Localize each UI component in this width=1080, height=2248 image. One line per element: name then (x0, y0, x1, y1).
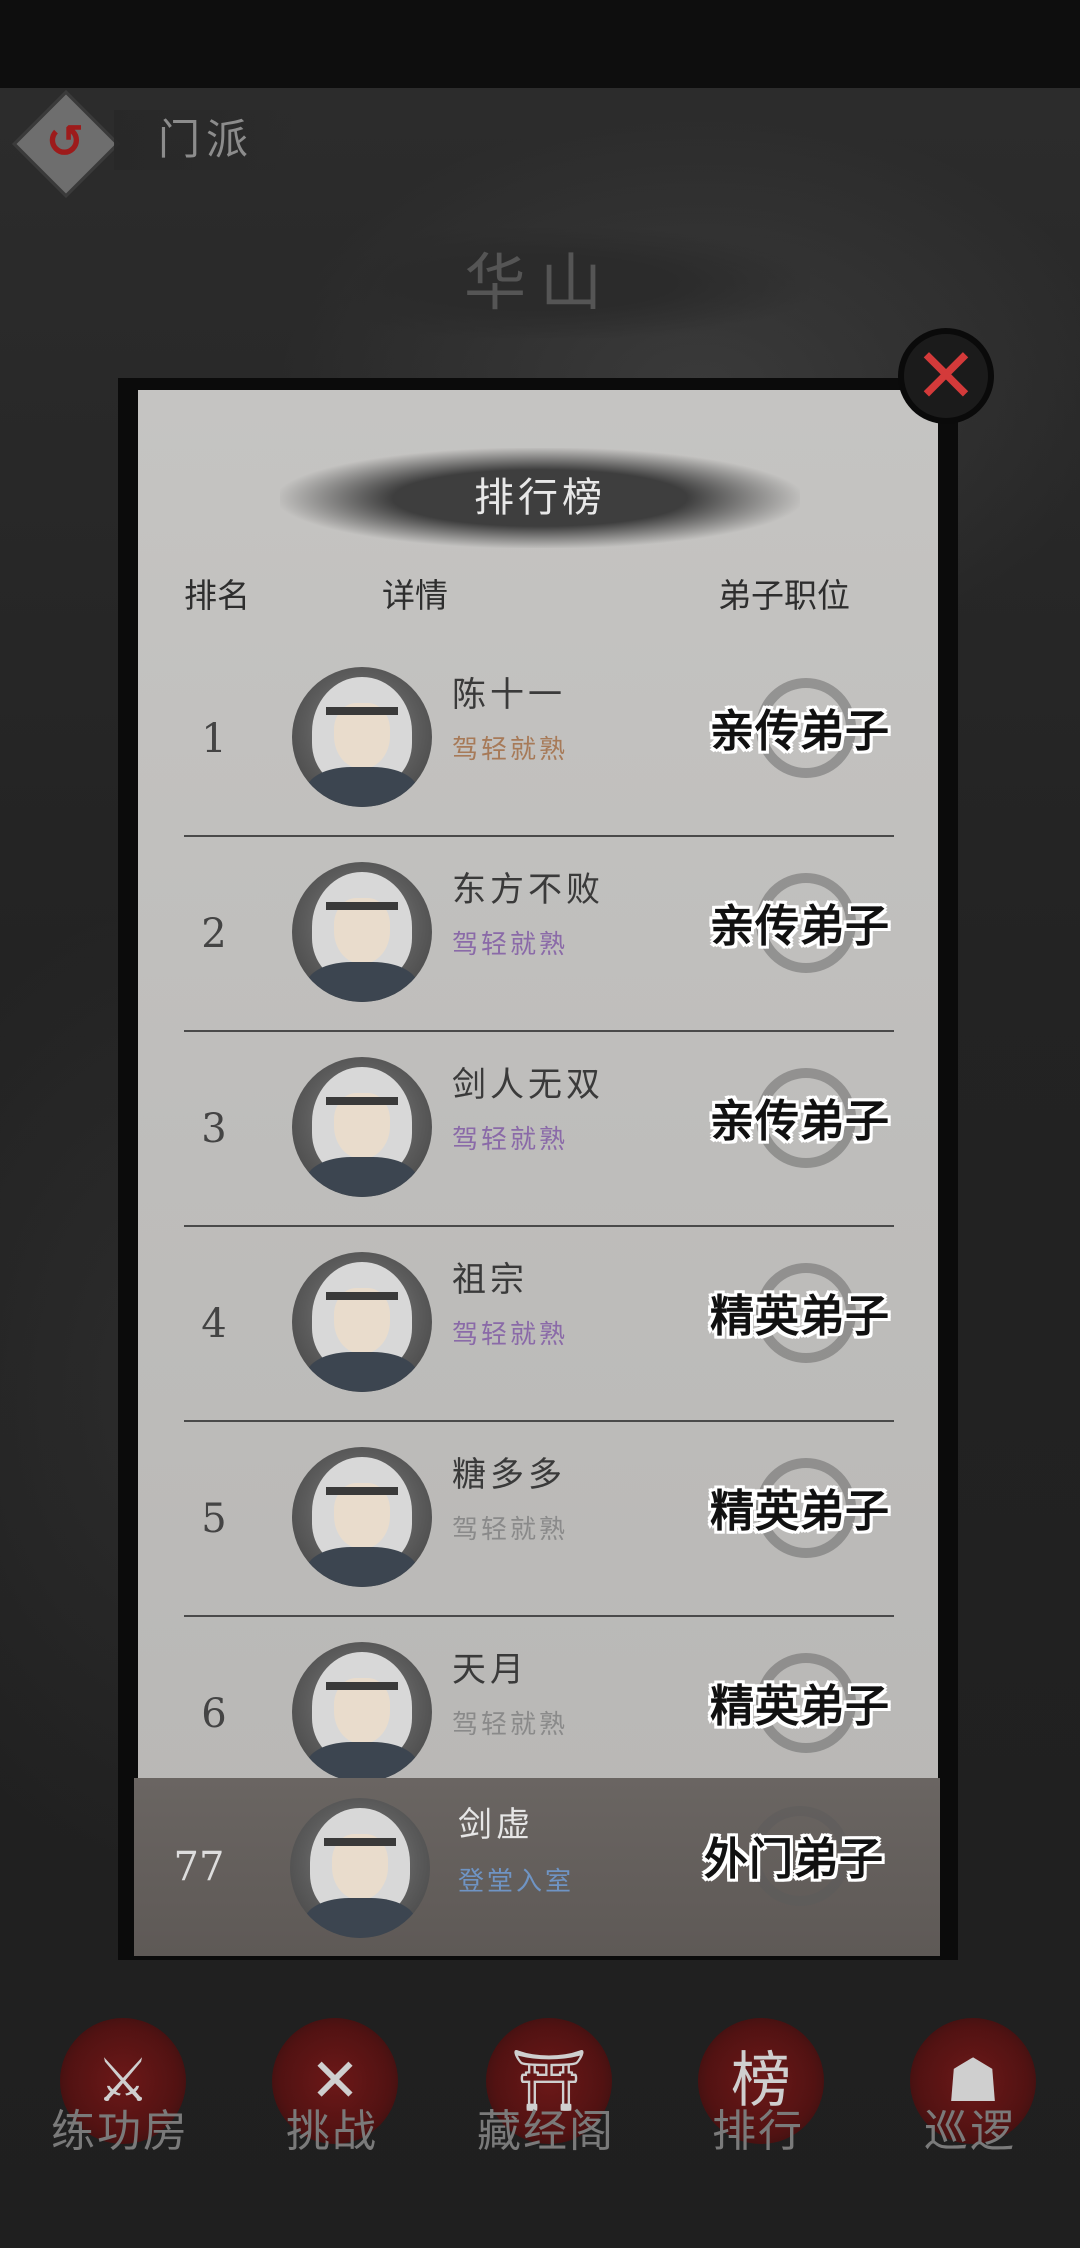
leaderboard-banner: 排行榜 (280, 448, 800, 548)
player-skill-level: 驾轻就熟 (452, 1125, 569, 1155)
header-details: 详情 (382, 576, 448, 615)
header-position: 弟子职位 (718, 576, 850, 615)
row-rank: 1 (201, 716, 227, 762)
leaderboard-row[interactable]: 4 祖宗 驾轻就熟 精英弟子 (184, 1227, 894, 1422)
self-rank-row: 77 剑虚 登堂入室 外门弟子 (134, 1778, 940, 1956)
player-skill-level: 驾轻就熟 (452, 930, 569, 960)
leaderboard-row[interactable]: 3 剑人无双 驾轻就熟 亲传弟子 (184, 1032, 894, 1227)
close-button[interactable]: ✕ (898, 328, 994, 424)
player-position: 亲传弟子 (710, 1096, 890, 1147)
player-avatar[interactable] (292, 1447, 432, 1587)
player-avatar[interactable] (292, 862, 432, 1002)
position-badge: 精英弟子 (700, 1647, 900, 1777)
player-name: 陈十一 (452, 675, 566, 715)
nav-item-1[interactable]: ✕ 挑战 (252, 2010, 412, 2180)
page-title: 门派 (114, 110, 294, 170)
player-position: 精英弟子 (710, 1486, 890, 1537)
position-badge: 亲传弟子 (700, 1062, 900, 1192)
close-icon[interactable]: ✕ (904, 334, 988, 418)
player-name: 糖多多 (452, 1455, 566, 1495)
top-bar: ↺ 门派 (12, 90, 294, 198)
player-position: 精英弟子 (710, 1291, 890, 1342)
self-avatar[interactable] (290, 1798, 430, 1938)
nav-item-0[interactable]: ⚔ 练功房 (40, 2010, 200, 2180)
player-avatar[interactable] (292, 1057, 432, 1197)
header-rank: 排名 (184, 576, 250, 615)
sect-banner: 华山 (270, 228, 810, 338)
player-skill-level: 驾轻就熟 (452, 1710, 569, 1740)
nav-label[interactable]: 挑战 (232, 2102, 432, 2162)
player-position: 亲传弟子 (710, 706, 890, 757)
self-position-badge: 外门弟子 (694, 1800, 894, 1930)
nav-item-2[interactable]: ⛩ 藏经阁 (466, 2010, 626, 2180)
leaderboard-row[interactable]: 5 糖多多 驾轻就熟 精英弟子 (184, 1422, 894, 1617)
player-name: 天月 (452, 1650, 528, 1690)
player-name: 剑人无双 (452, 1065, 604, 1105)
leaderboard-row[interactable]: 1 陈十一 驾轻就熟 亲传弟子 (184, 642, 894, 837)
row-rank: 4 (201, 1301, 227, 1347)
leaderboard-row[interactable]: 2 东方不败 驾轻就熟 亲传弟子 (184, 837, 894, 1032)
row-rank: 3 (201, 1106, 227, 1152)
row-rank: 5 (201, 1496, 227, 1542)
player-skill-level: 驾轻就熟 (452, 1515, 569, 1545)
back-arrow-icon[interactable]: ↺ (40, 116, 90, 166)
position-badge: 精英弟子 (700, 1452, 900, 1582)
status-bar (0, 0, 1080, 88)
bottom-nav: ⚔ 练功房 ✕ 挑战 ⛩ 藏经阁 榜 排行 ☗ 巡逻 (0, 2010, 1080, 2190)
player-avatar[interactable] (292, 1642, 432, 1782)
row-rank: 2 (201, 911, 227, 957)
nav-label[interactable]: 藏经阁 (446, 2102, 646, 2162)
player-skill-level: 驾轻就熟 (452, 735, 569, 765)
position-badge: 亲传弟子 (700, 672, 900, 802)
player-avatar[interactable] (292, 1252, 432, 1392)
nav-item-4[interactable]: ☗ 巡逻 (890, 2010, 1050, 2180)
self-rank: 77 (173, 1844, 225, 1890)
player-skill-level: 驾轻就熟 (452, 1320, 569, 1350)
position-badge: 精英弟子 (700, 1257, 900, 1387)
player-position: 亲传弟子 (710, 901, 890, 952)
player-name: 祖宗 (452, 1260, 528, 1300)
nav-label[interactable]: 巡逻 (870, 2102, 1070, 2162)
player-position: 精英弟子 (710, 1681, 890, 1732)
position-badge: 亲传弟子 (700, 867, 900, 997)
leaderboard-title: 排行榜 (474, 475, 606, 521)
sect-name: 华山 (463, 246, 616, 319)
nav-item-3[interactable]: 榜 排行 (678, 2010, 838, 2180)
nav-label[interactable]: 练功房 (20, 2102, 220, 2162)
nav-label[interactable]: 排行 (658, 2102, 858, 2162)
self-position: 外门弟子 (704, 1834, 884, 1885)
player-avatar[interactable] (292, 667, 432, 807)
player-name: 东方不败 (452, 870, 604, 910)
